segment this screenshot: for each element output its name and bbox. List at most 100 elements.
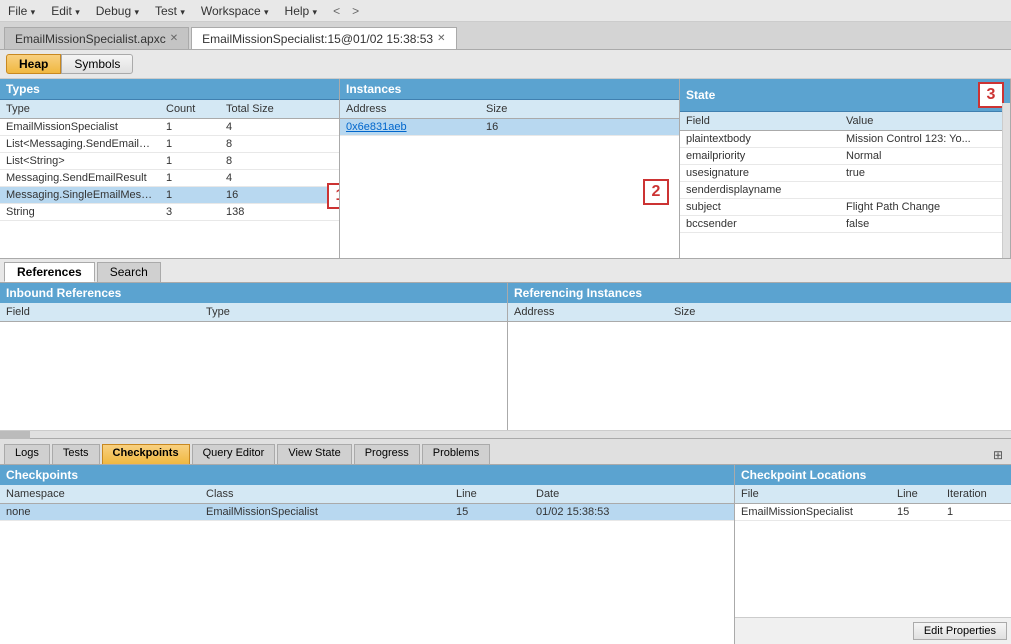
tab-debug-close[interactable]: ✕ [437,33,445,44]
refs-scrollbar-thumb [0,431,30,439]
referencing-header: Referencing Instances [508,283,1011,303]
type-row-5[interactable]: Messaging.SingleEmailMessage 1 16 1 [0,187,339,204]
instances-panel: Instances Address Size 0x6e831aeb 16 2 [340,79,680,258]
referencing-col-size: Size [668,305,1011,319]
referencing-col-headers: Address Size [508,303,1011,322]
state-row-6[interactable]: bccsender false [680,216,1010,233]
instances-header: Instances [340,79,679,100]
type-row-6[interactable]: String 3 138 [0,204,339,221]
cploc-col-line: Line [891,487,941,501]
type-row-2[interactable]: List<Messaging.SendEmailRes... 1 8 [0,136,339,153]
tab-problems[interactable]: Problems [422,444,490,464]
cp-col-date: Date [530,487,734,501]
types-col-count: Count [160,102,220,116]
state-row-3[interactable]: usesignature true [680,165,1010,182]
checkpoint-locations-header: Checkpoint Locations [735,465,1011,485]
checkpoint-locations: Checkpoint Locations File Line Iteration… [735,465,1011,644]
cploc-col-headers: File Line Iteration [735,485,1011,504]
checkpoints-table: none EmailMissionSpecialist 15 01/02 15:… [0,504,734,644]
state-panel: State 3 Field Value plaintextbody Missio… [680,79,1011,258]
tab-logs[interactable]: Logs [4,444,50,464]
state-row-2[interactable]: emailpriority Normal [680,148,1010,165]
tab-debug-label: EmailMissionSpecialist:15@01/02 15:38:53 [202,32,433,46]
ref-tab-references[interactable]: References [4,262,95,282]
cp-col-line: Line [450,487,530,501]
tab-apxc-label: EmailMissionSpecialist.apxc [15,32,166,46]
inbound-col-headers: Field Type [0,303,507,322]
cp-col-class: Class [200,487,450,501]
menu-workspace[interactable]: Workspace ▾ [197,3,273,19]
tab-apxc-close[interactable]: ✕ [170,33,178,44]
file-tabbar: EmailMissionSpecialist.apxc ✕ EmailMissi… [0,22,1011,50]
menu-file[interactable]: File ▾ [4,3,39,19]
tab-apxc[interactable]: EmailMissionSpecialist.apxc ✕ [4,27,189,49]
bottom-tabs: Logs Tests Checkpoints Query Editor View… [0,439,1011,465]
instances-col-headers: Address Size [340,100,679,119]
state-row-5[interactable]: subject Flight Path Change [680,199,1010,216]
state-table: plaintextbody Mission Control 123: Yo...… [680,131,1010,258]
types-col-headers: Type Count Total Size [0,100,339,119]
ref-right: Referencing Instances Address Size [508,283,1011,430]
symbols-button[interactable]: Symbols [61,54,133,74]
menu-help[interactable]: Help ▾ [281,3,322,19]
referencing-col-addr: Address [508,305,668,319]
menu-edit[interactable]: Edit ▾ [47,3,84,19]
badge-3: 3 [978,82,1004,108]
tab-debug-session[interactable]: EmailMissionSpecialist:15@01/02 15:38:53… [191,27,456,49]
checkpoints-section-header: Checkpoints [0,465,734,485]
tab-query-editor[interactable]: Query Editor [192,444,276,464]
state-col-headers: Field Value [680,112,1010,131]
inbound-header: Inbound References [0,283,507,303]
tab-progress[interactable]: Progress [354,444,420,464]
inbound-col-type: Type [200,305,507,319]
heap-button[interactable]: Heap [6,54,61,74]
edit-properties-button[interactable]: Edit Properties [913,622,1007,640]
ref-tab-search[interactable]: Search [97,262,161,282]
type-row-4[interactable]: Messaging.SendEmailResult 1 4 [0,170,339,187]
instances-col-addr: Address [340,102,480,116]
state-scrollbar[interactable] [1002,103,1010,258]
main-content: Types Type Count Total Size EmailMission… [0,79,1011,644]
state-header: State 3 [680,79,1010,112]
nav-next[interactable]: > [352,4,359,18]
inbound-col-field: Field [0,305,200,319]
instance-row-1[interactable]: 0x6e831aeb 16 [340,119,679,136]
cp-col-namespace: Namespace [0,487,200,501]
type-row-1[interactable]: EmailMissionSpecialist 1 4 [0,119,339,136]
expand-icon[interactable]: ⊞ [989,446,1007,464]
cploc-col-file: File [735,487,891,501]
references-panel: References Search Inbound References Fie… [0,259,1011,439]
badge-2: 2 [643,179,669,205]
top-panel: Types Type Count Total Size EmailMission… [0,79,1011,259]
cploc-table: EmailMissionSpecialist 15 1 [735,504,1011,617]
state-row-4[interactable]: senderdisplayname [680,182,1010,199]
instances-col-size: Size [480,102,560,116]
tab-view-state[interactable]: View State [277,444,351,464]
state-row-1[interactable]: plaintextbody Mission Control 123: Yo... [680,131,1010,148]
state-col-field: Field [680,114,840,128]
types-panel: Types Type Count Total Size EmailMission… [0,79,340,258]
cploc-row-1[interactable]: EmailMissionSpecialist 15 1 [735,504,1011,521]
tab-tests[interactable]: Tests [52,444,100,464]
checkpoints-col-headers: Namespace Class Line Date [0,485,734,504]
ref-tabs: References Search [0,259,1011,283]
inbound-body [0,322,507,430]
cploc-col-iteration: Iteration [941,487,1011,501]
nav-prev[interactable]: < [333,4,340,18]
refs-scrollbar[interactable] [0,430,1011,438]
types-table: EmailMissionSpecialist 1 4 List<Messagin… [0,119,339,258]
view-buttons: Heap Symbols [0,50,1011,79]
ref-content: Inbound References Field Type Referencin… [0,283,1011,430]
checkpoint-row-1[interactable]: none EmailMissionSpecialist 15 01/02 15:… [0,504,734,521]
bottom-panel: Checkpoints Namespace Class Line Date no… [0,465,1011,644]
badge-1: 1 [327,183,339,209]
ref-left: Inbound References Field Type [0,283,508,430]
tab-checkpoints[interactable]: Checkpoints [102,444,190,464]
menu-test[interactable]: Test ▾ [151,3,189,19]
types-header: Types [0,79,339,100]
type-row-3[interactable]: List<String> 1 8 [0,153,339,170]
referencing-body [508,322,1011,430]
menubar: File ▾ Edit ▾ Debug ▾ Test ▾ Workspace ▾… [0,0,1011,22]
state-col-value: Value [840,114,1010,128]
menu-debug[interactable]: Debug ▾ [92,3,143,19]
